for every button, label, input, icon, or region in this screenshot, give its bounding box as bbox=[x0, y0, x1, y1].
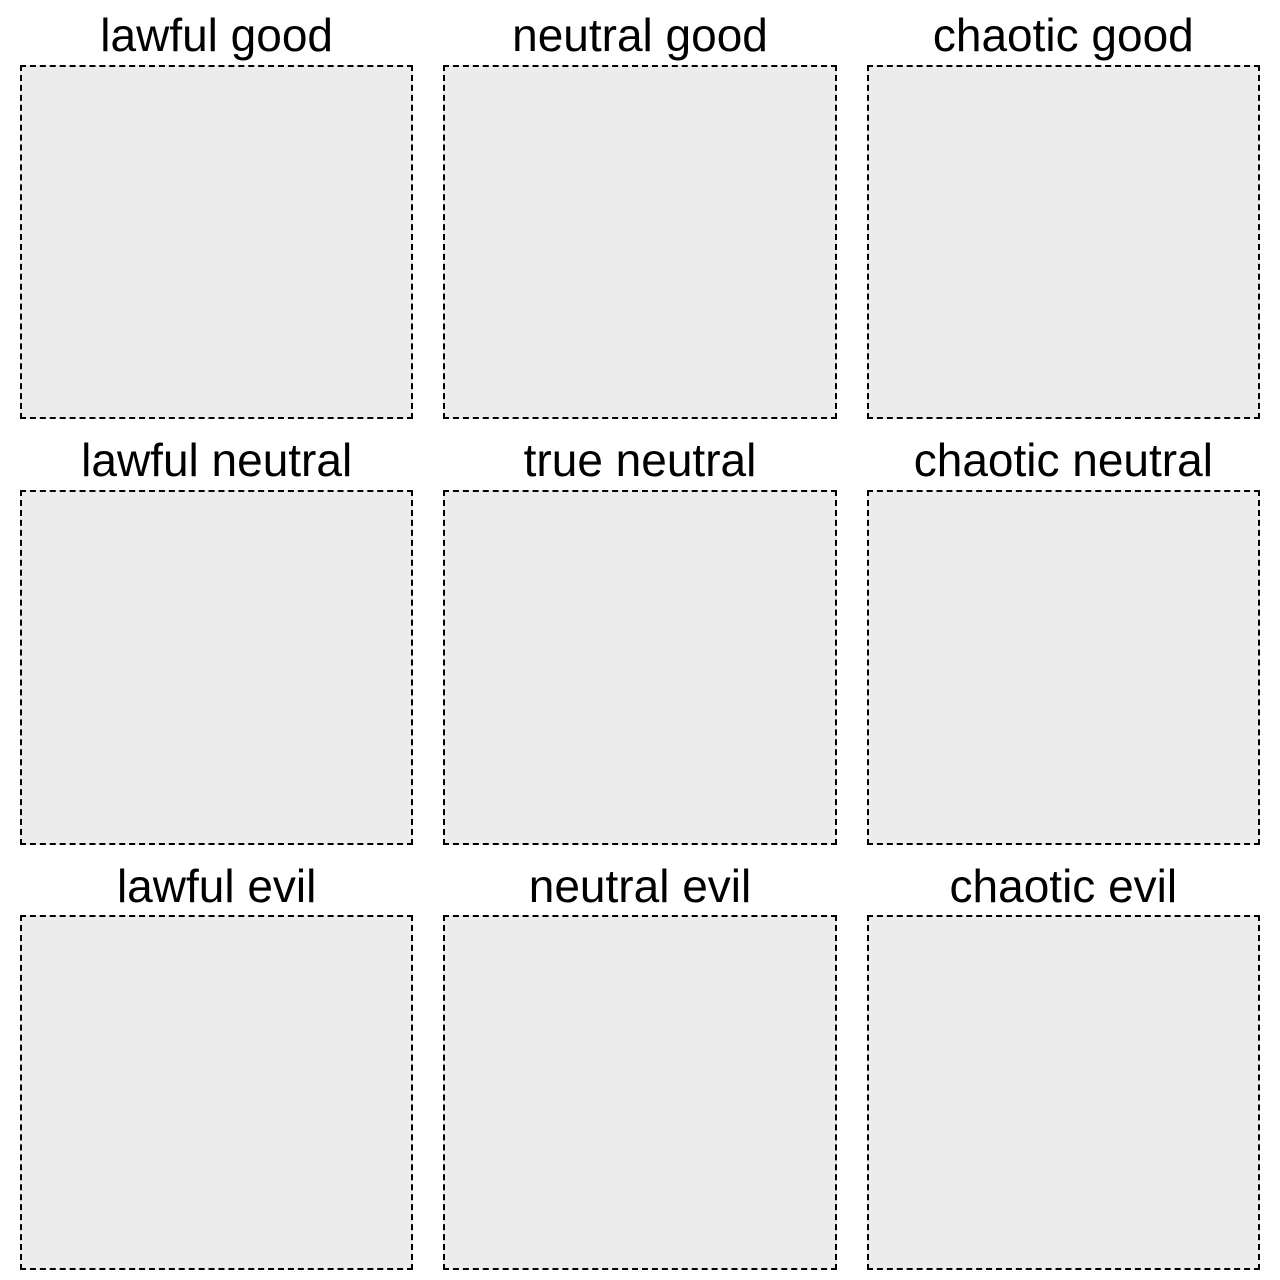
label-lawful-good: lawful good bbox=[100, 10, 333, 61]
label-chaotic-good: chaotic good bbox=[933, 10, 1194, 61]
box-chaotic-neutral bbox=[867, 490, 1260, 845]
box-neutral-good bbox=[443, 65, 836, 420]
cell-lawful-good: lawful good bbox=[20, 10, 413, 419]
box-chaotic-good bbox=[867, 65, 1260, 420]
label-lawful-neutral: lawful neutral bbox=[81, 435, 352, 486]
cell-neutral-evil: neutral evil bbox=[443, 861, 836, 1270]
cell-lawful-neutral: lawful neutral bbox=[20, 435, 413, 844]
label-chaotic-evil: chaotic evil bbox=[950, 861, 1178, 912]
label-chaotic-neutral: chaotic neutral bbox=[914, 435, 1213, 486]
box-lawful-good bbox=[20, 65, 413, 420]
alignment-chart-grid: lawful good neutral good chaotic good la… bbox=[20, 10, 1260, 1270]
box-neutral-evil bbox=[443, 915, 836, 1270]
cell-chaotic-evil: chaotic evil bbox=[867, 861, 1260, 1270]
label-neutral-good: neutral good bbox=[512, 10, 768, 61]
cell-chaotic-good: chaotic good bbox=[867, 10, 1260, 419]
box-true-neutral bbox=[443, 490, 836, 845]
cell-neutral-good: neutral good bbox=[443, 10, 836, 419]
box-lawful-neutral bbox=[20, 490, 413, 845]
label-lawful-evil: lawful evil bbox=[117, 861, 316, 912]
box-chaotic-evil bbox=[867, 915, 1260, 1270]
cell-chaotic-neutral: chaotic neutral bbox=[867, 435, 1260, 844]
cell-true-neutral: true neutral bbox=[443, 435, 836, 844]
cell-lawful-evil: lawful evil bbox=[20, 861, 413, 1270]
label-neutral-evil: neutral evil bbox=[529, 861, 751, 912]
box-lawful-evil bbox=[20, 915, 413, 1270]
label-true-neutral: true neutral bbox=[524, 435, 757, 486]
